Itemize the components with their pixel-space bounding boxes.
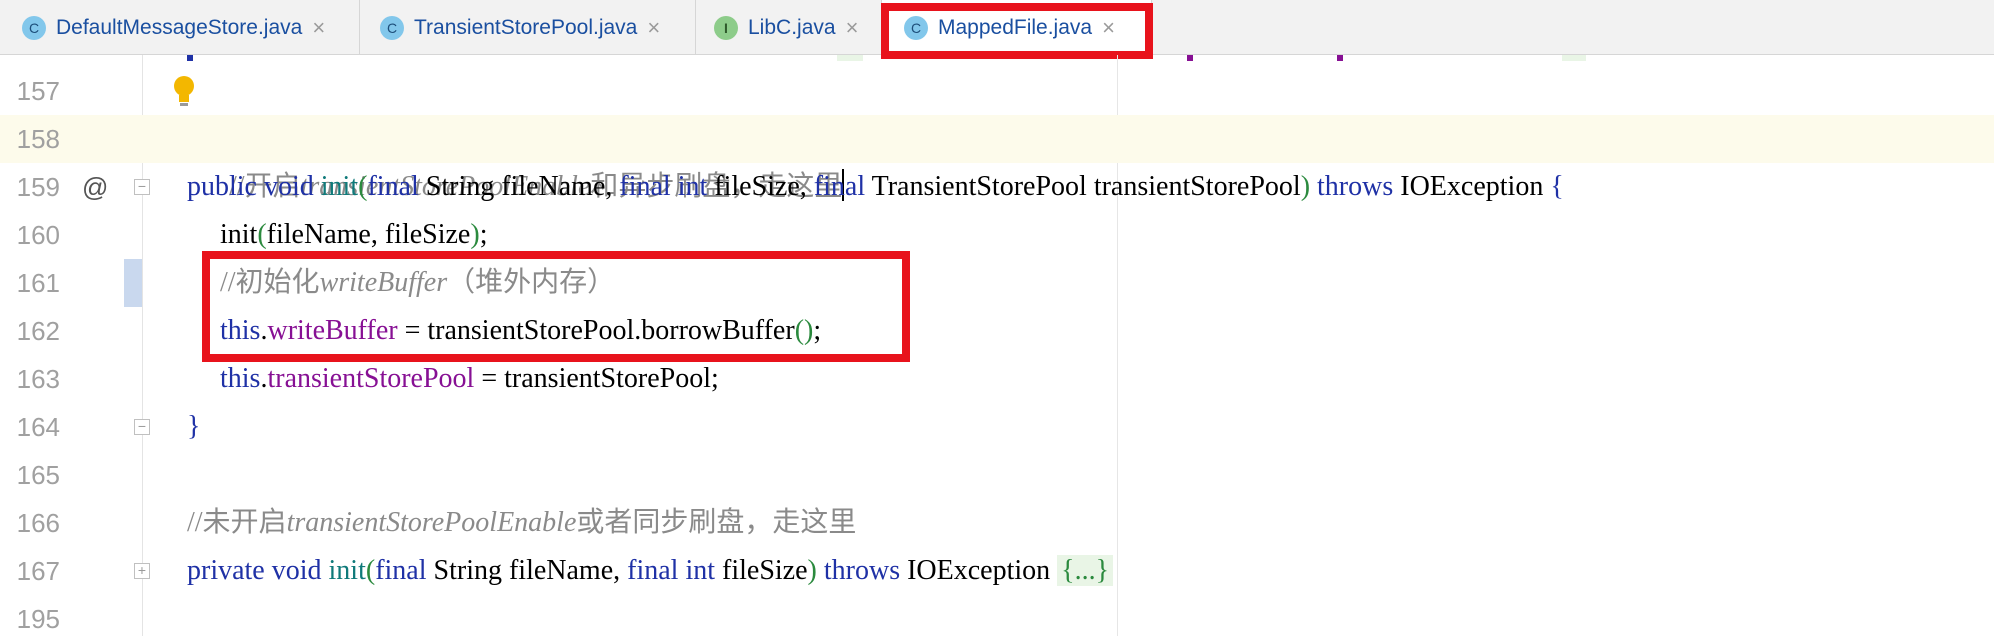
line-number: 159: [16, 172, 60, 202]
line-number: 167: [16, 556, 60, 586]
tab-label: LibC.java: [748, 15, 836, 39]
closing-brace: }: [187, 411, 201, 442]
class-icon: C: [380, 15, 404, 40]
override-gutter-icon[interactable]: @: [82, 163, 108, 211]
tab-label: DefaultMessageStore.java: [56, 15, 303, 39]
line-number: 164: [16, 412, 60, 442]
code-line-163[interactable]: 163 this.transientStorePool = transientS…: [0, 355, 1994, 403]
close-icon[interactable]: ×: [647, 16, 660, 39]
code-line-159[interactable]: 159 @ − public void init(final String fi…: [0, 163, 1994, 211]
lightbulb-icon[interactable]: [172, 75, 196, 109]
method-signature: private void init(final String fileName,…: [187, 547, 1114, 595]
close-icon[interactable]: ×: [846, 16, 859, 39]
line-number: 160: [16, 220, 60, 250]
active-tab-highlight-box: [881, 3, 1153, 59]
tab-libc[interactable]: I LibC.java ×: [696, 0, 882, 55]
class-icon: C: [22, 15, 46, 40]
clipped-previous-line: [187, 55, 1587, 61]
code-line-157[interactable]: 157: [0, 67, 1994, 115]
folded-code-placeholder[interactable]: {...}: [1057, 555, 1114, 586]
line-number: 157: [16, 76, 60, 106]
comment: //开启transientStorePoolEnable和异步刷盘，走这里: [229, 169, 845, 202]
line-number: 165: [16, 460, 60, 490]
close-icon[interactable]: ×: [312, 16, 325, 39]
code-line-165[interactable]: 165: [0, 451, 1994, 499]
tab-label: TransientStorePool.java: [414, 15, 638, 39]
vcs-change-marker[interactable]: [124, 259, 142, 307]
fold-end-icon[interactable]: −: [134, 419, 150, 435]
line-number: 162: [16, 316, 60, 346]
code-line-167[interactable]: 167 + private void init(final String fil…: [0, 547, 1994, 595]
line-number: 158: [16, 124, 60, 154]
code-line-158[interactable]: 158 //开启transientStorePoolEnable和异步刷盘，走这…: [0, 115, 1994, 202]
tab-defaultmessagestore[interactable]: C DefaultMessageStore.java ×: [0, 0, 360, 55]
method-signature: public void init(final String fileName, …: [187, 171, 1564, 202]
fold-collapse-icon[interactable]: −: [134, 179, 150, 195]
statement: this.transientStorePool = transientStore…: [220, 363, 719, 394]
tab-transientstorepool[interactable]: C TransientStorePool.java ×: [360, 0, 696, 55]
line-number: 166: [16, 508, 60, 538]
comment: //未开启transientStorePoolEnable或者同步刷盘，走这里: [187, 507, 857, 538]
code-line-164[interactable]: 164 − }: [0, 403, 1994, 451]
interface-icon: I: [714, 15, 738, 40]
code-line-166[interactable]: 166 //未开启transientStorePoolEnable或者同步刷盘，…: [0, 499, 1994, 547]
fold-expand-icon[interactable]: +: [134, 563, 150, 579]
code-highlight-box: [202, 251, 910, 362]
line-number: 163: [16, 364, 60, 394]
line-number: 161: [16, 268, 60, 298]
